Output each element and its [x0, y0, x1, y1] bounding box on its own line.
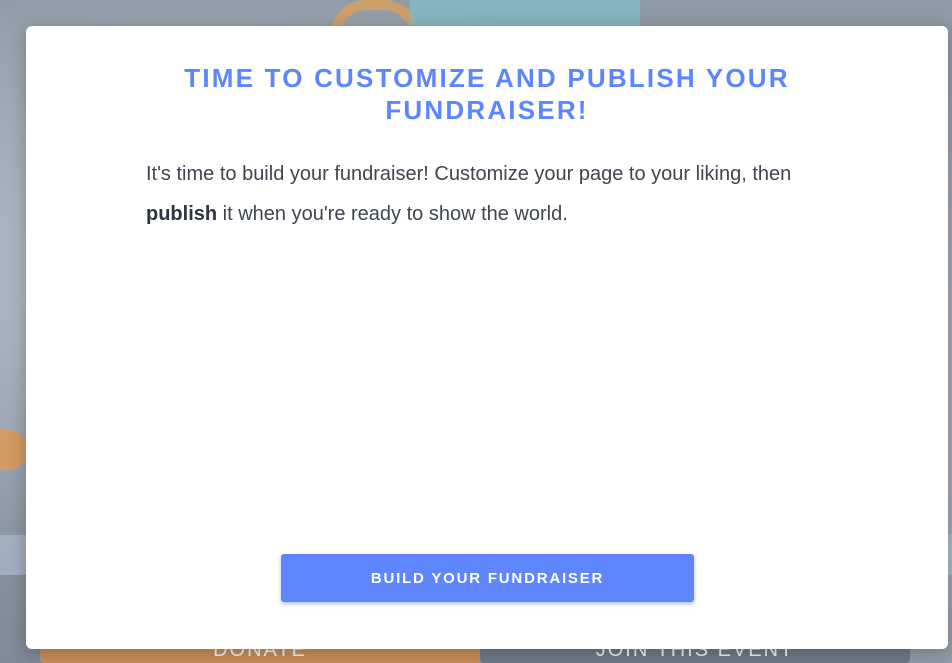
- publish-fundraiser-modal: TIME TO CUSTOMIZE AND PUBLISH YOUR FUNDR…: [26, 26, 948, 649]
- modal-body-bold: publish: [146, 203, 218, 225]
- modal-body-part2: it when you're ready to show the world.: [217, 203, 568, 225]
- background-banner-shape: [410, 0, 640, 26]
- background-decoration: [0, 430, 28, 470]
- modal-body-part1: It's time to build your fundraiser! Cust…: [146, 163, 792, 185]
- modal-body-text: It's time to build your fundraiser! Cust…: [146, 154, 816, 234]
- build-your-fundraiser-button[interactable]: BUILD YOUR FUNDRAISER: [281, 554, 694, 602]
- modal-title: TIME TO CUSTOMIZE AND PUBLISH YOUR FUNDR…: [184, 63, 790, 125]
